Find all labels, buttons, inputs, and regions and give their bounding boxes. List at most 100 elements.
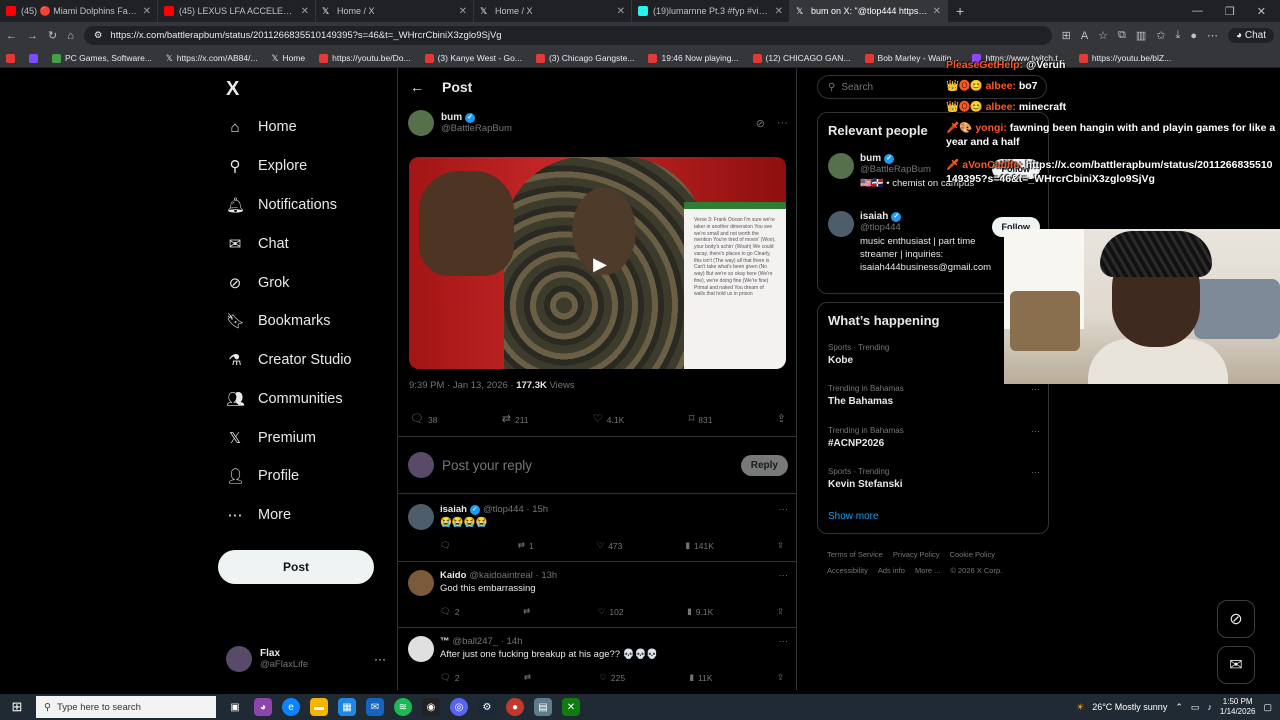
more-dots-icon[interactable]: ··· xyxy=(779,636,789,647)
bookmark[interactable]: PC Games, Software... xyxy=(52,53,152,63)
forward-arrow-icon[interactable]: → xyxy=(27,30,38,42)
bookmark[interactable]: (12) CHICAGO GAN... xyxy=(752,53,851,63)
clock[interactable]: 1:50 PM 1/14/2026 xyxy=(1220,697,1256,718)
new-tab-button[interactable]: + xyxy=(948,3,972,19)
nav-more[interactable]: ⋯ More xyxy=(226,507,292,523)
bookmark[interactable]: (3) Kanye West - Go... xyxy=(424,53,522,63)
avatar[interactable] xyxy=(408,110,434,136)
home-icon[interactable]: ⌂ xyxy=(67,30,74,42)
notification-icon[interactable]: ▢ xyxy=(1263,702,1272,713)
favorites-icon[interactable]: ✩ xyxy=(1156,29,1165,42)
share-action[interactable]: ⇪ xyxy=(777,540,784,551)
repost-action[interactable]: ⇄ xyxy=(524,672,535,683)
obs-icon[interactable]: ● xyxy=(506,698,524,716)
media-app-icon[interactable]: ◉ xyxy=(422,698,440,716)
reply-item[interactable]: Kaido @kaidoaintreal · 13h ··· God this em… xyxy=(398,562,796,628)
url-field[interactable]: ⚙ https://x.com/battlerapbum/status/2011… xyxy=(83,26,1052,45)
close-icon[interactable]: ✕ xyxy=(301,6,309,17)
close-icon[interactable]: ✕ xyxy=(459,6,467,17)
avatar[interactable] xyxy=(408,504,434,530)
nav-explore[interactable]: ⚲ Explore xyxy=(226,158,308,174)
close-window-icon[interactable]: ✕ xyxy=(1257,5,1266,18)
reply-author-name[interactable]: isaiah xyxy=(440,504,467,515)
post-timestamp[interactable]: 9:39 PM · Jan 13, 2026 · xyxy=(409,380,516,391)
reply-action[interactable]: 🗨︎ 38 xyxy=(410,414,437,425)
more-dots-icon[interactable]: ··· xyxy=(1031,426,1040,436)
more-dots-icon[interactable]: ··· xyxy=(1031,467,1040,477)
browser-tab-active[interactable]: 𝕏bum on X: "@tlop444 https://t.co ✕ xyxy=(790,0,948,22)
author-handle[interactable]: @BattleRapBum xyxy=(441,123,512,134)
trend-item[interactable]: Sports · Trending Kevin Stefanski ··· xyxy=(828,467,1040,490)
reply-button[interactable]: Reply xyxy=(740,454,788,476)
discord-icon[interactable]: ◎ xyxy=(450,698,468,716)
weather-icon[interactable]: ☀ xyxy=(1076,702,1084,713)
views-action[interactable]: ▮ 9.1K xyxy=(687,606,713,617)
mail-app-icon[interactable]: ✉ xyxy=(366,698,384,716)
views-action[interactable]: ▮ 141K xyxy=(685,540,714,551)
reply-input[interactable]: Post your reply xyxy=(442,458,733,473)
share-action[interactable]: ⇪ xyxy=(777,606,784,617)
restore-icon[interactable]: ❐ xyxy=(1225,5,1235,18)
reply-action[interactable]: 🗨︎ 2 xyxy=(440,672,460,683)
bookmark[interactable]: (3) Chicago Gangste... xyxy=(535,53,634,63)
like-action[interactable]: ♡ 473 xyxy=(597,540,623,551)
weather-text[interactable]: 26°C Mostly sunny xyxy=(1092,702,1167,712)
person-name[interactable]: isaiah xyxy=(860,211,888,222)
grok-fab-button[interactable]: ⊘ xyxy=(1217,600,1255,638)
reply-handle[interactable]: @ball247_ · 14h xyxy=(453,636,523,647)
extensions-icon[interactable]: ⧉ xyxy=(1118,29,1126,42)
avatar[interactable] xyxy=(408,570,434,596)
spotify-icon[interactable]: ≋ xyxy=(394,698,412,716)
browser-tab[interactable]: (45) LEXUS LFA ACCELERATION !! ✕ xyxy=(158,0,316,22)
browser-tab[interactable]: (19)lumarnne Pt.3 #fyp #viral #jun ✕ xyxy=(632,0,790,22)
reply-action[interactable]: 🗨︎ xyxy=(440,540,455,551)
play-icon[interactable]: ▶ xyxy=(587,251,613,277)
bookmark[interactable]: 𝕏https://x.com/AB84/... xyxy=(166,53,258,64)
trend-item[interactable]: Trending in Bahamas The Bahamas ··· xyxy=(828,384,1040,407)
like-action[interactable]: ♡ 102 xyxy=(598,606,624,617)
more-dots-icon[interactable]: ··· xyxy=(779,504,789,515)
nav-profile[interactable]: 👤︎ Profile xyxy=(226,468,299,484)
reply-action[interactable]: 🗨︎ 2 xyxy=(440,606,460,617)
x-logo[interactable]: X xyxy=(226,78,239,101)
app-icon[interactable]: ▤ xyxy=(534,698,552,716)
repost-action[interactable]: ⇄ 211 xyxy=(502,414,529,425)
close-icon[interactable]: ✕ xyxy=(617,6,625,17)
profile-avatar-icon[interactable]: ● xyxy=(1190,30,1197,42)
taskbar-search[interactable]: ⚲ Type here to search xyxy=(36,696,216,718)
like-action[interactable]: ♡ 4.1K xyxy=(593,414,624,425)
nav-home[interactable]: ⌂ Home xyxy=(226,119,296,135)
reload-icon[interactable]: ↻ xyxy=(48,29,57,42)
bookmark[interactable]: 19:46 Now playing... xyxy=(648,53,739,63)
grok-icon[interactable]: ⊘ xyxy=(756,117,765,130)
footer-link[interactable]: Cookie Policy xyxy=(950,550,995,559)
nav-grok[interactable]: ⊘ Grok xyxy=(226,275,290,291)
show-more-link[interactable]: Show more xyxy=(828,511,879,522)
footer-link[interactable]: More ... xyxy=(915,566,940,575)
post-button[interactable]: Post xyxy=(218,550,374,584)
tray-chevron-icon[interactable]: ⌃ xyxy=(1175,702,1183,713)
copilot-chat-button[interactable]: ◕ Chat xyxy=(1228,28,1274,43)
task-view-icon[interactable]: ▣ xyxy=(226,698,244,716)
edge-icon[interactable]: e xyxy=(282,698,300,716)
reply-handle[interactable]: @tlop444 · 15h xyxy=(483,504,548,515)
network-icon[interactable]: ▭ xyxy=(1191,702,1200,713)
back-arrow-icon[interactable]: ← xyxy=(6,30,17,42)
trend-item[interactable]: Trending in Bahamas #ACNP2026 ··· xyxy=(828,426,1040,449)
repost-action[interactable]: ⇄ xyxy=(523,606,534,617)
menu-dots-icon[interactable]: ⋯ xyxy=(1207,29,1218,42)
site-info-icon[interactable]: ⚙ xyxy=(94,30,103,41)
more-dots-icon[interactable]: ··· xyxy=(1031,384,1040,394)
reply-item[interactable]: isaiah ✓ @tlop444 · 15h ··· 😭😭😭😭 🗨︎ ⇄ 1 ♡ 473… xyxy=(398,496,796,562)
author-name[interactable]: bum xyxy=(441,112,462,123)
repost-action[interactable]: ⇄ 1 xyxy=(518,540,534,551)
nav-chat[interactable]: ✉ Chat xyxy=(226,236,289,252)
nav-premium[interactable]: 𝕏 Premium xyxy=(226,430,316,446)
more-dots-icon[interactable]: ··· xyxy=(779,570,789,581)
browser-tab[interactable]: 𝕏 Home / X ✕ xyxy=(316,0,474,22)
reply-item[interactable]: ™ @ball247_ · 14h ··· After just one fucki… xyxy=(398,628,796,690)
avatar[interactable] xyxy=(828,211,854,237)
bookmark[interactable]: 𝕏 Home xyxy=(272,53,306,64)
bookmark[interactable] xyxy=(6,53,15,63)
split-screen-icon[interactable]: ▥ xyxy=(1136,29,1146,42)
